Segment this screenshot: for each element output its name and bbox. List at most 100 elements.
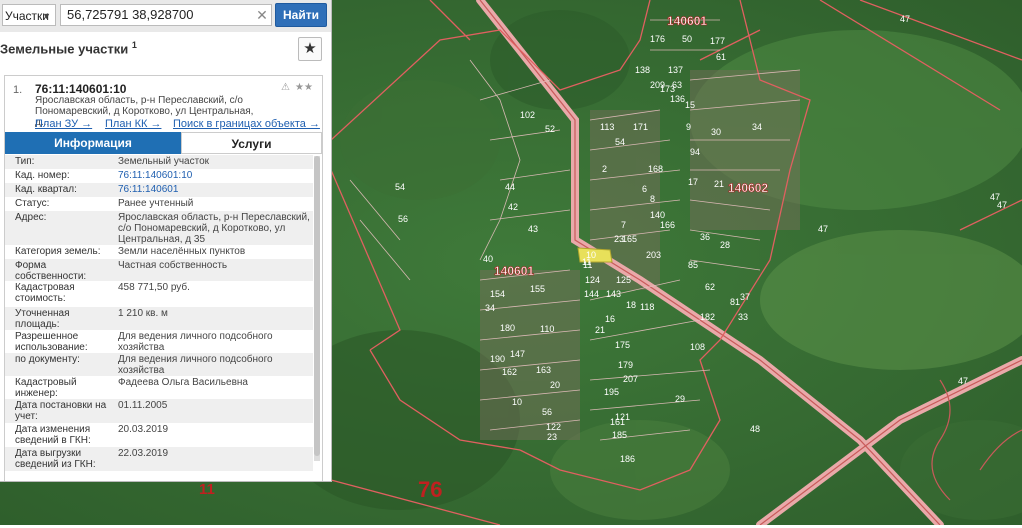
parcel-label[interactable]: 209 (650, 80, 665, 90)
parcel-label[interactable]: 16 (605, 314, 615, 324)
info-value[interactable]: 76:11:140601:10 (118, 170, 310, 181)
parcel-label[interactable]: 17 (688, 177, 698, 187)
parcel-label[interactable]: 175 (615, 340, 630, 350)
parcel-label[interactable]: 2 (602, 164, 607, 174)
parcel-label[interactable]: 113 (600, 122, 614, 132)
parcel-label[interactable]: 40 (483, 254, 493, 264)
parcel-label[interactable]: 81 (730, 297, 740, 307)
parcel-label[interactable]: 137 (668, 65, 683, 75)
parcel-label[interactable]: 203 (646, 250, 661, 260)
parcel-label[interactable]: 47 (958, 376, 968, 386)
search-button[interactable]: Найти (275, 3, 327, 27)
parcel-label[interactable]: 63 (672, 80, 682, 90)
parcel-label[interactable]: 34 (485, 303, 495, 313)
parcel-label[interactable]: 190 (490, 354, 505, 364)
parcel-label[interactable]: 48 (750, 424, 760, 434)
parcel-label[interactable]: 108 (690, 342, 705, 352)
parcel-label[interactable]: 207 (623, 374, 638, 384)
parcel-label[interactable]: 166 (660, 220, 675, 230)
parcel-label[interactable]: 185 (612, 430, 627, 440)
parcel-label[interactable]: 168 (648, 164, 663, 174)
parcel-label[interactable]: 94 (690, 147, 700, 157)
parcel-label[interactable]: 7 (621, 220, 626, 230)
parcel-label[interactable]: 110 (540, 324, 554, 334)
parcel-label[interactable]: 144 (584, 289, 599, 299)
parcel-label[interactable]: 165 (622, 234, 637, 244)
parcel-label[interactable]: 177 (710, 36, 725, 46)
parcel-label[interactable]: 118 (640, 302, 654, 312)
parcel-label[interactable]: 122 (546, 422, 561, 432)
info-key: Дата постановки на учет: (15, 400, 107, 422)
parcel-label[interactable]: 43 (528, 224, 538, 234)
parcel-label[interactable]: 34 (752, 122, 762, 132)
parcel-label[interactable]: 136 (670, 94, 685, 104)
parcel-label[interactable]: 182 (700, 312, 715, 322)
parcel-label[interactable]: 50 (682, 34, 692, 44)
parcel-label[interactable]: 28 (720, 240, 730, 250)
parcel-label[interactable]: 143 (606, 289, 621, 299)
parcel-label[interactable]: 9 (686, 122, 691, 132)
parcel-label[interactable]: 42 (508, 202, 518, 212)
favorites-button[interactable]: ★ (298, 37, 322, 61)
tab-services[interactable]: Услуги (181, 132, 322, 154)
scrollbar-thumb[interactable] (314, 156, 320, 456)
parcel-label[interactable]: 37 (740, 292, 750, 302)
parcel-label[interactable]: 186 (620, 454, 635, 464)
parcel-label[interactable]: 171 (633, 122, 648, 132)
parcel-label[interactable]: 21 (714, 179, 724, 189)
parcel-label[interactable]: 18 (626, 300, 636, 310)
search-input[interactable]: 56,725791 38,928700 (60, 4, 272, 26)
rating-star-icon[interactable]: ★★ (295, 82, 313, 93)
parcel-label[interactable]: 138 (635, 65, 650, 75)
parcel-label[interactable]: 140 (650, 210, 665, 220)
plan-kk-link[interactable]: План КК → (105, 118, 161, 130)
info-value[interactable]: 76:11:140601 (118, 184, 310, 195)
info-scrollbar[interactable] (314, 156, 320, 461)
parcel-label[interactable]: 56 (398, 214, 408, 224)
parcel-label[interactable]: 29 (675, 394, 685, 404)
parcel-label[interactable]: 162 (502, 367, 517, 377)
parcel-label[interactable]: 44 (505, 182, 515, 192)
plan-zu-link[interactable]: План ЗУ → (35, 118, 92, 130)
parcel-label[interactable]: 10 (512, 397, 522, 407)
warning-icon[interactable]: ⚠ (281, 82, 290, 93)
parcel-label[interactable]: 11 (582, 257, 591, 267)
tab-information[interactable]: Информация (5, 132, 181, 154)
parcel-label[interactable]: 195 (604, 387, 619, 397)
parcel-label[interactable]: 47 (818, 224, 828, 234)
parcel-label[interactable]: 125 (616, 275, 631, 285)
parcel-label[interactable]: 36 (700, 232, 710, 242)
parcel-label[interactable]: 8 (650, 194, 655, 204)
parcel-label[interactable]: 23 (547, 432, 557, 442)
parcel-label[interactable]: 124 (585, 275, 600, 285)
parcel-label[interactable]: 163 (536, 365, 551, 375)
parcel-label[interactable]: 47 (997, 200, 1007, 210)
search-type-select[interactable]: Участки ▼ (2, 4, 56, 26)
parcel-label[interactable]: 54 (395, 182, 405, 192)
parcel-label[interactable]: 155 (530, 284, 545, 294)
parcel-label[interactable]: 20 (550, 380, 560, 390)
parcel-label[interactable]: 61 (716, 52, 726, 62)
parcel-label[interactable]: 180 (500, 323, 515, 333)
parcel-label[interactable]: 15 (685, 100, 695, 110)
parcel-label[interactable]: 56 (542, 407, 552, 417)
parcel-label[interactable]: 6 (642, 184, 647, 194)
parcel-label[interactable]: 176 (650, 34, 665, 44)
parcel-label[interactable]: 179 (618, 360, 633, 370)
parcel-label[interactable]: 161 (610, 417, 625, 427)
parcel-label[interactable]: 147 (510, 349, 525, 359)
clear-icon[interactable]: ✕ (252, 4, 272, 26)
parcel-label[interactable]: 85 (688, 260, 698, 270)
result-cad-number[interactable]: 76:11:140601:10 (35, 82, 126, 96)
parcel-label[interactable]: 102 (520, 110, 535, 120)
parcel-label[interactable]: 54 (615, 137, 625, 147)
search-in-bounds-link[interactable]: Поиск в границах объекта → (173, 118, 320, 130)
parcel-label[interactable]: 33 (738, 312, 748, 322)
parcel-label[interactable]: 23 (614, 234, 624, 244)
parcel-label[interactable]: 52 (545, 124, 555, 134)
parcel-label[interactable]: 47 (900, 14, 910, 24)
parcel-label[interactable]: 30 (711, 127, 721, 137)
parcel-label[interactable]: 154 (490, 289, 505, 299)
parcel-label[interactable]: 21 (595, 325, 605, 335)
parcel-label[interactable]: 62 (705, 282, 715, 292)
